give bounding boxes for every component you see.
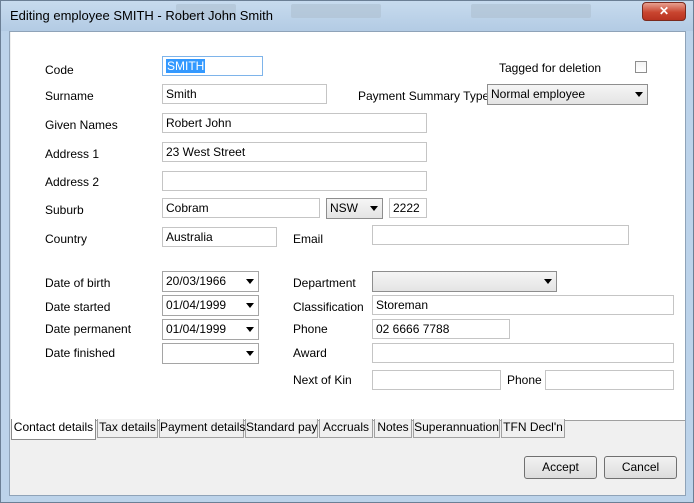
classification-input[interactable]: Storeman — [372, 295, 674, 315]
state-value: NSW — [330, 201, 358, 215]
date-of-birth-label: Date of birth — [45, 276, 111, 290]
code-input[interactable]: SMITH — [162, 56, 263, 76]
kin-phone-input[interactable] — [545, 370, 674, 390]
date-of-birth-value: 20/03/1966 — [166, 274, 227, 288]
suburb-input[interactable]: Cobram — [162, 198, 320, 218]
tab-tfn-decln[interactable]: TFN Decl'n — [501, 419, 565, 438]
chevron-down-icon — [246, 303, 254, 308]
postcode-input[interactable]: 2222 — [389, 198, 427, 218]
phone-label: Phone — [293, 322, 328, 336]
title-bar[interactable]: Editing employee SMITH - Robert John Smi… — [1, 1, 693, 31]
date-permanent-picker[interactable]: 01/04/1999 — [162, 319, 259, 340]
award-input[interactable] — [372, 343, 674, 363]
code-label: Code — [45, 63, 74, 77]
background-window-hint — [291, 4, 381, 18]
classification-label: Classification — [293, 300, 364, 314]
surname-input[interactable]: Smith — [162, 84, 327, 104]
given-names-input[interactable]: Robert John — [162, 113, 427, 133]
given-names-label: Given Names — [45, 118, 118, 132]
surname-label: Surname — [45, 89, 94, 103]
tab-standard-pay[interactable]: Standard pay — [245, 419, 318, 438]
address1-input[interactable]: 23 West Street — [162, 142, 427, 162]
chevron-down-icon — [635, 92, 643, 97]
payment-summary-type-label: Payment Summary Type — [358, 89, 490, 103]
contact-details-panel: Code SMITH Tagged for deletion Surname S… — [11, 32, 685, 421]
phone-input[interactable]: 02 6666 7788 — [372, 319, 510, 339]
tab-payment-details[interactable]: Payment details — [159, 419, 245, 438]
employee-edit-dialog: Editing employee SMITH - Robert John Smi… — [0, 0, 694, 503]
country-input[interactable]: Australia — [162, 227, 277, 247]
code-value: SMITH — [166, 59, 206, 73]
date-of-birth-picker[interactable]: 20/03/1966 — [162, 271, 259, 292]
chevron-down-icon — [246, 351, 254, 356]
date-finished-picker[interactable] — [162, 343, 259, 364]
address2-label: Address 2 — [45, 175, 100, 189]
payment-summary-type-value: Normal employee — [491, 87, 586, 101]
date-finished-label: Date finished — [45, 346, 116, 360]
tab-notes[interactable]: Notes — [374, 419, 412, 438]
email-input[interactable] — [372, 225, 629, 245]
next-of-kin-input[interactable] — [372, 370, 501, 390]
background-window-hint — [471, 4, 591, 18]
address2-input[interactable] — [162, 171, 427, 191]
date-started-label: Date started — [45, 300, 111, 314]
date-started-value: 01/04/1999 — [166, 298, 227, 312]
address1-label: Address 1 — [45, 147, 100, 161]
close-button[interactable]: ✕ — [642, 2, 686, 21]
date-permanent-value: 01/04/1999 — [166, 322, 227, 336]
department-label: Department — [293, 276, 356, 290]
chevron-down-icon — [246, 279, 254, 284]
chevron-down-icon — [544, 279, 552, 284]
tab-tax-details[interactable]: Tax details — [97, 419, 158, 438]
accept-button[interactable]: Accept — [524, 456, 597, 479]
email-label: Email — [293, 232, 324, 246]
next-of-kin-label: Next of Kin — [293, 373, 352, 387]
tab-contact-details[interactable]: Contact details — [11, 419, 96, 440]
window-title: Editing employee SMITH - Robert John Smi… — [10, 8, 273, 23]
suburb-label: Suburb — [45, 203, 84, 217]
country-label: Country — [45, 232, 88, 246]
tab-superannuation[interactable]: Superannuation — [413, 419, 500, 438]
kin-phone-label: Phone — [507, 373, 542, 387]
date-permanent-label: Date permanent — [45, 322, 132, 336]
award-label: Award — [293, 346, 327, 360]
state-select[interactable]: NSW — [326, 198, 383, 219]
payment-summary-type-select[interactable]: Normal employee — [487, 84, 648, 105]
tagged-for-deletion-label: Tagged for deletion — [499, 61, 602, 75]
chevron-down-icon — [246, 327, 254, 332]
cancel-button[interactable]: Cancel — [604, 456, 677, 479]
chevron-down-icon — [370, 206, 378, 211]
department-select[interactable] — [372, 271, 557, 292]
date-started-picker[interactable]: 01/04/1999 — [162, 295, 259, 316]
tab-accruals[interactable]: Accruals — [319, 419, 373, 438]
tagged-for-deletion-checkbox[interactable] — [635, 61, 647, 73]
